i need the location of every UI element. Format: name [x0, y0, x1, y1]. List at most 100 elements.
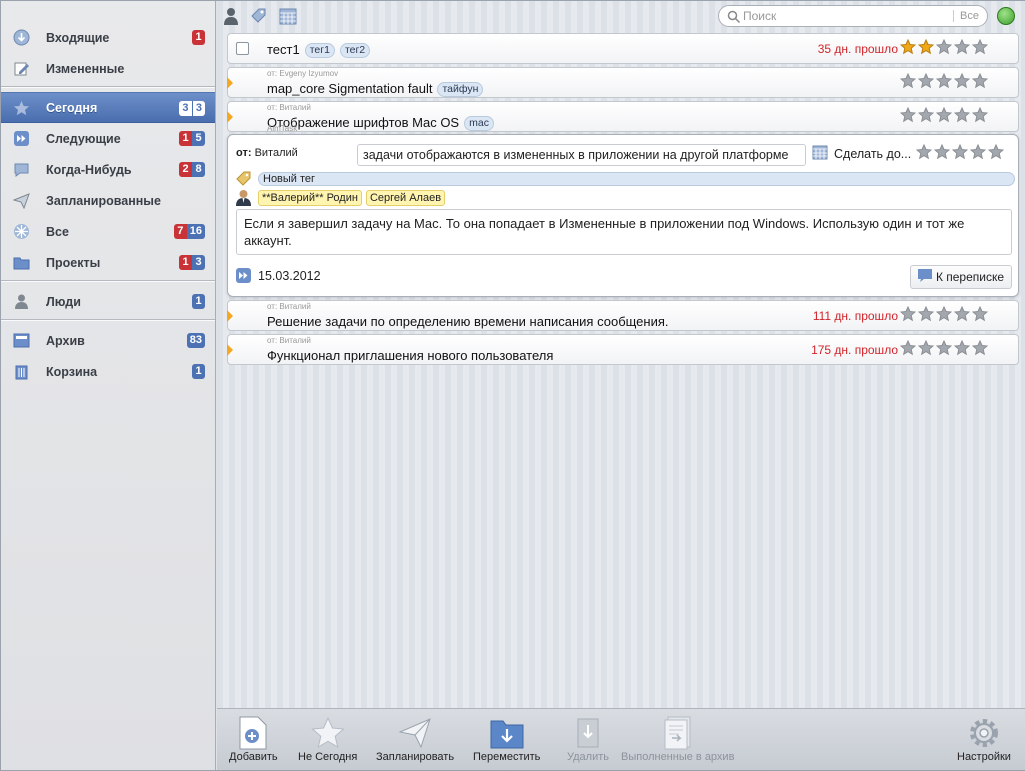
schedule-button[interactable]: Запланировать: [376, 715, 454, 763]
star-empty-icon[interactable]: [900, 306, 916, 322]
globe-icon[interactable]: [997, 7, 1015, 25]
search-icon: [727, 10, 741, 27]
search-field[interactable]: Поиск Все: [718, 5, 988, 27]
task-title: тест1 тег1 тег2: [267, 42, 371, 58]
move-button[interactable]: Переместить: [473, 715, 540, 763]
calendar-filter-icon[interactable]: [279, 7, 297, 25]
badge-count: 7: [173, 224, 187, 239]
task-date[interactable]: 15.03.2012: [258, 269, 321, 283]
star-empty-icon[interactable]: [916, 144, 932, 160]
star-rating[interactable]: [914, 144, 1004, 160]
task-row[interactable]: от: Виталий Решение задачи по определени…: [227, 300, 1019, 331]
person-icon: [13, 293, 30, 310]
star-empty-icon[interactable]: [988, 144, 1004, 160]
star-empty-icon[interactable]: [972, 107, 988, 123]
delete-button[interactable]: Удалить: [567, 715, 609, 763]
badge-count: 1: [192, 364, 205, 379]
task-title: Отображение шрифтов Mac OS mac: [267, 115, 494, 131]
star-empty-icon[interactable]: [918, 107, 934, 123]
star-empty-icon[interactable]: [970, 144, 986, 160]
due-date-button[interactable]: Сделать до...: [812, 144, 911, 163]
star-empty-icon[interactable]: [936, 340, 952, 356]
task-tag[interactable]: mac: [464, 116, 494, 131]
star-empty-icon[interactable]: [900, 73, 916, 89]
star-rating[interactable]: [898, 107, 988, 123]
person-chip[interactable]: **Валерий** Родин: [258, 190, 362, 206]
badge-count: 3: [191, 101, 205, 116]
person-chip[interactable]: Сергей Алаев: [365, 190, 446, 206]
star-empty-icon[interactable]: [972, 306, 988, 322]
badge-count: 8: [192, 162, 205, 177]
to-conversation-button[interactable]: К переписке: [910, 265, 1012, 289]
star-empty-icon[interactable]: [954, 306, 970, 322]
schedule-label: Запланировать: [376, 751, 455, 763]
task-row[interactable]: от: Виталий Отображение шрифтов Mac OS ma…: [227, 101, 1019, 132]
star-empty-icon[interactable]: [954, 107, 970, 123]
task-title-text: тест1: [267, 42, 300, 57]
badge-count: 3: [178, 101, 192, 116]
star-empty-icon[interactable]: [972, 73, 988, 89]
tag-field[interactable]: Новый тег: [258, 172, 1015, 186]
task-row[interactable]: от: Evgeny Izyumov map_core Sigmentation…: [227, 67, 1019, 98]
star-rating[interactable]: [898, 73, 988, 89]
task-row[interactable]: тест1 тег1 тег2 35 дн. прошло: [227, 33, 1019, 64]
not-today-button[interactable]: Не Сегодня: [298, 715, 357, 763]
sidebar-item-changed[interactable]: Измененные: [1, 53, 215, 84]
star-empty-icon[interactable]: [900, 107, 916, 123]
search-scope-dropdown[interactable]: Все: [953, 10, 979, 22]
person-filter-icon[interactable]: [222, 7, 240, 25]
sidebar-item-projects[interactable]: Проекты 13: [1, 247, 215, 278]
task-checkbox[interactable]: [236, 42, 249, 55]
task-note[interactable]: Если я завершил задачу на Mac. То она по…: [236, 209, 1012, 255]
star-empty-icon[interactable]: [936, 39, 952, 55]
star-empty-icon[interactable]: [972, 39, 988, 55]
star-empty-icon[interactable]: [900, 340, 916, 356]
archive-done-button[interactable]: Выполненные в архив: [621, 715, 734, 763]
task-title-input[interactable]: задачи отображаются в измененных в прило…: [357, 144, 806, 166]
task-tag[interactable]: тег2: [339, 43, 371, 58]
sidebar-item-inbox[interactable]: Входящие 1: [1, 22, 215, 53]
trash-icon: [13, 363, 30, 380]
star-filled-icon[interactable]: [900, 39, 916, 55]
star-empty-icon[interactable]: [918, 73, 934, 89]
sidebar-item-today[interactable]: Сегодня 33: [1, 92, 215, 123]
star-rating[interactable]: [898, 39, 988, 55]
star-empty-icon[interactable]: [952, 144, 968, 160]
badge-count: 1: [192, 30, 205, 45]
star-empty-icon[interactable]: [954, 340, 970, 356]
add-button[interactable]: Добавить: [229, 715, 278, 763]
task-tag[interactable]: тайфун: [437, 82, 484, 97]
sidebar-item-label: Все: [46, 224, 69, 239]
star-empty-icon[interactable]: [954, 73, 970, 89]
sidebar-item-someday[interactable]: Когда-Нибудь 28: [1, 154, 215, 185]
priority-flag-icon: [227, 77, 233, 89]
task-title-text: map_core Sigmentation fault: [267, 81, 433, 96]
sidebar-item-next[interactable]: Следующие 15: [1, 123, 215, 154]
star-empty-icon[interactable]: [936, 73, 952, 89]
star-rating[interactable]: [898, 340, 988, 356]
star-empty-icon[interactable]: [936, 306, 952, 322]
star-filled-icon[interactable]: [918, 39, 934, 55]
star-empty-icon[interactable]: [972, 340, 988, 356]
star-empty-icon[interactable]: [934, 144, 950, 160]
star-empty-icon[interactable]: [954, 39, 970, 55]
sidebar-item-scheduled[interactable]: Запланированные: [1, 185, 215, 216]
task-tag[interactable]: Новый тег: [263, 173, 315, 185]
task-from: от: Виталий: [267, 336, 311, 345]
search-input[interactable]: Поиск: [743, 9, 776, 23]
task-from: от: Виталий: [267, 103, 311, 112]
badge-count: 1: [179, 131, 192, 146]
sidebar-item-all[interactable]: Все 7 16: [1, 216, 215, 247]
sidebar-item-archive[interactable]: Архив 83: [1, 325, 215, 356]
task-row[interactable]: от: Виталий Функционал приглашения новог…: [227, 334, 1019, 365]
task-tag[interactable]: тег1: [304, 43, 335, 58]
sidebar-item-people[interactable]: Люди 1: [1, 286, 215, 317]
star-empty-icon[interactable]: [918, 306, 934, 322]
sidebar-item-trash[interactable]: Корзина 1: [1, 356, 215, 387]
tag-filter-icon[interactable]: [250, 7, 268, 25]
star-empty-icon[interactable]: [918, 340, 934, 356]
star-rating[interactable]: [898, 306, 988, 322]
task-detail: от: Виталий задачи отображаются в измене…: [227, 134, 1019, 297]
settings-button[interactable]: Настройки: [957, 715, 1011, 763]
star-empty-icon[interactable]: [936, 107, 952, 123]
